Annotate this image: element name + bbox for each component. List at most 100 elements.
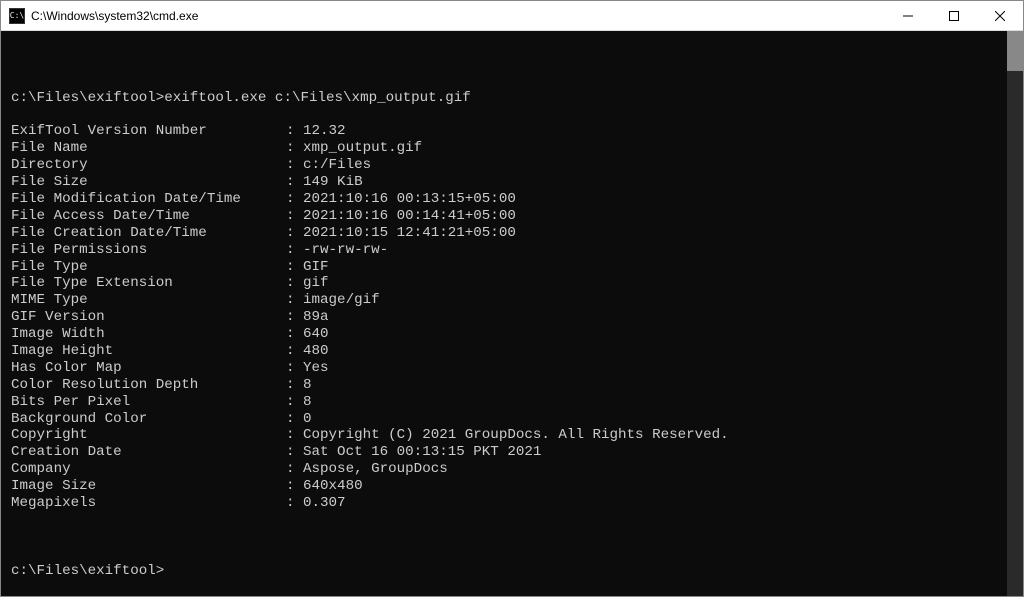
output-label: File Permissions xyxy=(11,242,286,259)
scrollbar-thumb[interactable] xyxy=(1007,31,1023,71)
output-row: ExifTool Version Number: 12.32 xyxy=(11,123,997,140)
output-value: 89a xyxy=(303,309,329,326)
final-prompt-line: c:\Files\exiftool> xyxy=(11,563,997,580)
output-value: 480 xyxy=(303,343,329,360)
output-row: File Creation Date/Time: 2021:10:15 12:4… xyxy=(11,225,997,242)
output-separator: : xyxy=(286,123,303,140)
output-label: ExifTool Version Number xyxy=(11,123,286,140)
output-value: Copyright (C) 2021 GroupDocs. All Rights… xyxy=(303,427,729,444)
output-label: Has Color Map xyxy=(11,360,286,377)
output-separator: : xyxy=(286,157,303,174)
output-separator: : xyxy=(286,461,303,478)
output-label: File Access Date/Time xyxy=(11,208,286,225)
output-value: 8 xyxy=(303,377,312,394)
output-row: MIME Type: image/gif xyxy=(11,292,997,309)
output-label: Image Width xyxy=(11,326,286,343)
blank-line xyxy=(11,56,997,73)
output-value: 12.32 xyxy=(303,123,346,140)
close-button[interactable] xyxy=(977,1,1023,30)
output-row: Company: Aspose, GroupDocs xyxy=(11,461,997,478)
output-separator: : xyxy=(286,292,303,309)
output-row: File Size: 149 KiB xyxy=(11,174,997,191)
output-separator: : xyxy=(286,427,303,444)
output-value: 0 xyxy=(303,411,312,428)
output-label: Image Height xyxy=(11,343,286,360)
output-row: File Access Date/Time: 2021:10:16 00:14:… xyxy=(11,208,997,225)
output-label: Directory xyxy=(11,157,286,174)
output-separator: : xyxy=(286,225,303,242)
output-label: Copyright xyxy=(11,427,286,444)
output-row: Copyright: Copyright (C) 2021 GroupDocs.… xyxy=(11,427,997,444)
output-value: Sat Oct 16 00:13:15 PKT 2021 xyxy=(303,444,541,461)
output-row: Background Color: 0 xyxy=(11,411,997,428)
output-row: Has Color Map: Yes xyxy=(11,360,997,377)
output-separator: : xyxy=(286,394,303,411)
titlebar[interactable]: C:\ C:\Windows\system32\cmd.exe xyxy=(1,1,1023,31)
output-separator: : xyxy=(286,326,303,343)
output-separator: : xyxy=(286,309,303,326)
output-row: Megapixels: 0.307 xyxy=(11,495,997,512)
output-row: Creation Date: Sat Oct 16 00:13:15 PKT 2… xyxy=(11,444,997,461)
output-separator: : xyxy=(286,140,303,157)
output-label: File Name xyxy=(11,140,286,157)
output-label: GIF Version xyxy=(11,309,286,326)
output-label: Creation Date xyxy=(11,444,286,461)
output-label: File Size xyxy=(11,174,286,191)
output-value: xmp_output.gif xyxy=(303,140,422,157)
prompt: c:\Files\exiftool> xyxy=(11,90,164,107)
minimize-icon xyxy=(903,11,913,21)
maximize-button[interactable] xyxy=(931,1,977,30)
output-value: 0.307 xyxy=(303,495,346,512)
output-value: -rw-rw-rw- xyxy=(303,242,388,259)
window-title: C:\Windows\system32\cmd.exe xyxy=(31,9,885,23)
output-label: File Modification Date/Time xyxy=(11,191,286,208)
output-label: File Type xyxy=(11,259,286,276)
output-row: File Name: xmp_output.gif xyxy=(11,140,997,157)
output-value: c:/Files xyxy=(303,157,371,174)
output-row: File Permissions: -rw-rw-rw- xyxy=(11,242,997,259)
output-value: 149 KiB xyxy=(303,174,363,191)
output-separator: : xyxy=(286,411,303,428)
output-label: Image Size xyxy=(11,478,286,495)
output-row: File Type Extension: gif xyxy=(11,275,997,292)
output-label: File Type Extension xyxy=(11,275,286,292)
output-row: Image Width: 640 xyxy=(11,326,997,343)
command-line: c:\Files\exiftool>exiftool.exe c:\Files\… xyxy=(11,90,997,107)
output-value: 2021:10:16 00:14:41+05:00 xyxy=(303,208,516,225)
terminal-area: c:\Files\exiftool>exiftool.exe c:\Files\… xyxy=(1,31,1023,596)
output-row: Bits Per Pixel: 8 xyxy=(11,394,997,411)
output-row: Color Resolution Depth: 8 xyxy=(11,377,997,394)
output-label: Color Resolution Depth xyxy=(11,377,286,394)
output-separator: : xyxy=(286,478,303,495)
output-value: 640 xyxy=(303,326,329,343)
output-separator: : xyxy=(286,259,303,276)
output-separator: : xyxy=(286,191,303,208)
window-controls xyxy=(885,1,1023,30)
app-icon: C:\ xyxy=(9,8,25,24)
output-value: image/gif xyxy=(303,292,380,309)
output-separator: : xyxy=(286,377,303,394)
output-value: 2021:10:15 12:41:21+05:00 xyxy=(303,225,516,242)
output-value: gif xyxy=(303,275,329,292)
vertical-scrollbar[interactable] xyxy=(1007,31,1023,596)
prompt: c:\Files\exiftool> xyxy=(11,563,164,580)
blank-line xyxy=(11,529,997,546)
terminal-output[interactable]: c:\Files\exiftool>exiftool.exe c:\Files\… xyxy=(1,31,1007,596)
output-row: GIF Version: 89a xyxy=(11,309,997,326)
output-label: Background Color xyxy=(11,411,286,428)
minimize-button[interactable] xyxy=(885,1,931,30)
output-value: Aspose, GroupDocs xyxy=(303,461,448,478)
output-value: 2021:10:16 00:13:15+05:00 xyxy=(303,191,516,208)
output-separator: : xyxy=(286,275,303,292)
output-row: File Type: GIF xyxy=(11,259,997,276)
output-value: 8 xyxy=(303,394,312,411)
output-row: File Modification Date/Time: 2021:10:16 … xyxy=(11,191,997,208)
command-text: exiftool.exe c:\Files\xmp_output.gif xyxy=(164,90,471,107)
output-label: MIME Type xyxy=(11,292,286,309)
output-separator: : xyxy=(286,495,303,512)
output-row: Image Size: 640x480 xyxy=(11,478,997,495)
output-label: Company xyxy=(11,461,286,478)
cmd-window: C:\ C:\Windows\system32\cmd.exe c:\Files… xyxy=(0,0,1024,597)
output-label: Megapixels xyxy=(11,495,286,512)
output-separator: : xyxy=(286,242,303,259)
